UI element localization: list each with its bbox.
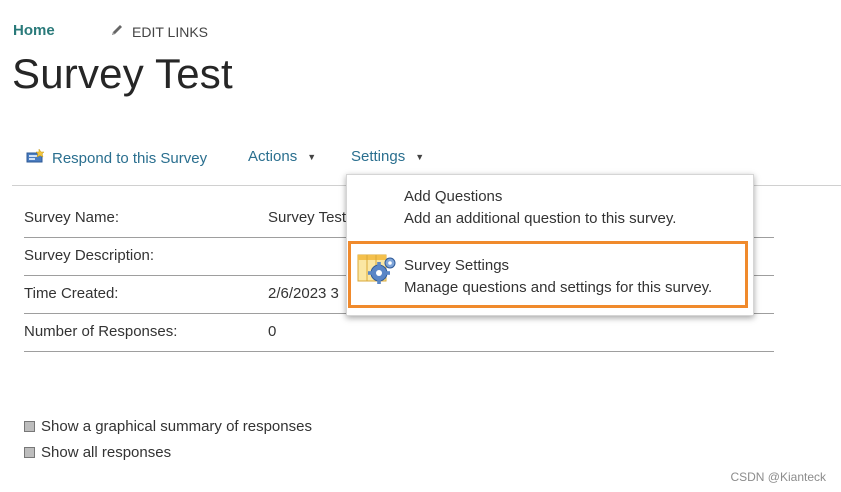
caret-down-icon: ▼ <box>307 151 317 162</box>
link-label: Show all responses <box>41 444 172 461</box>
property-value: 0 <box>268 323 277 340</box>
property-label: Number of Responses: <box>24 323 178 340</box>
menu-item-description: Add an additional question to this surve… <box>404 210 677 227</box>
bullet-square-icon <box>24 447 35 458</box>
property-row-number-of-responses: Number of Responses: 0 <box>24 313 774 352</box>
respond-to-survey-button[interactable]: Respond to this Survey <box>26 148 207 168</box>
property-label: Survey Description: <box>24 247 155 264</box>
property-value: 2/6/2023 3 <box>268 285 339 302</box>
show-graphical-summary-link[interactable]: Show a graphical summary of responses <box>24 418 312 435</box>
edit-links-label: EDIT LINKS <box>132 23 208 40</box>
respond-label: Respond to this Survey <box>52 149 208 167</box>
watermark: CSDN @Kianteck <box>730 470 826 484</box>
pencil-icon <box>110 23 124 40</box>
highlight-box <box>348 241 748 308</box>
property-label: Time Created: <box>24 285 119 302</box>
page-title: Survey Test <box>12 50 233 97</box>
show-all-responses-link[interactable]: Show all responses <box>24 444 171 461</box>
settings-label: Settings <box>351 148 406 165</box>
respond-survey-icon <box>26 148 46 168</box>
breadcrumb-home[interactable]: Home <box>13 22 55 39</box>
settings-menu[interactable]: Settings ▼ <box>351 148 424 165</box>
actions-menu[interactable]: Actions ▼ <box>248 148 316 165</box>
property-value: Survey Test <box>268 209 347 226</box>
menu-item-add-questions[interactable]: Add Questions Add an additional question… <box>347 175 753 239</box>
menu-item-title: Add Questions <box>404 188 503 205</box>
bullet-square-icon <box>24 421 35 432</box>
edit-links-button[interactable]: EDIT LINKS <box>110 23 208 40</box>
property-label: Survey Name: <box>24 209 120 226</box>
settings-dropdown: Add Questions Add an additional question… <box>346 174 754 316</box>
actions-label: Actions <box>248 148 298 165</box>
link-label: Show a graphical summary of responses <box>41 418 312 435</box>
caret-down-icon: ▼ <box>415 151 425 162</box>
